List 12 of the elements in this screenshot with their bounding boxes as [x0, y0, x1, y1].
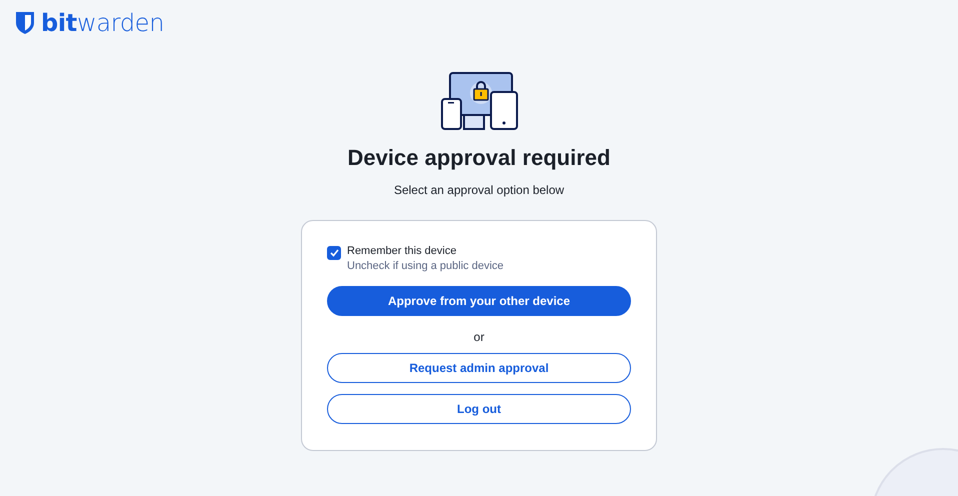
- shield-icon: [15, 11, 35, 35]
- separator-text: or: [474, 330, 484, 344]
- checkbox-hint: Uncheck if using a public device: [347, 260, 504, 272]
- remember-checkbox[interactable]: [327, 246, 341, 260]
- secondary-button[interactable]: Log out: [327, 394, 631, 424]
- logo-text: bitwarden: [41, 9, 164, 37]
- checkmark-icon: [330, 249, 338, 257]
- primary-button[interactable]: Approve from your other device: [327, 286, 631, 316]
- checkbox-label: Remember this device: [347, 245, 458, 257]
- secondary-button[interactable]: Request admin approval: [327, 353, 631, 383]
- page-title: Device approval required: [348, 145, 610, 171]
- subtitle: Select an approval option below: [394, 183, 564, 197]
